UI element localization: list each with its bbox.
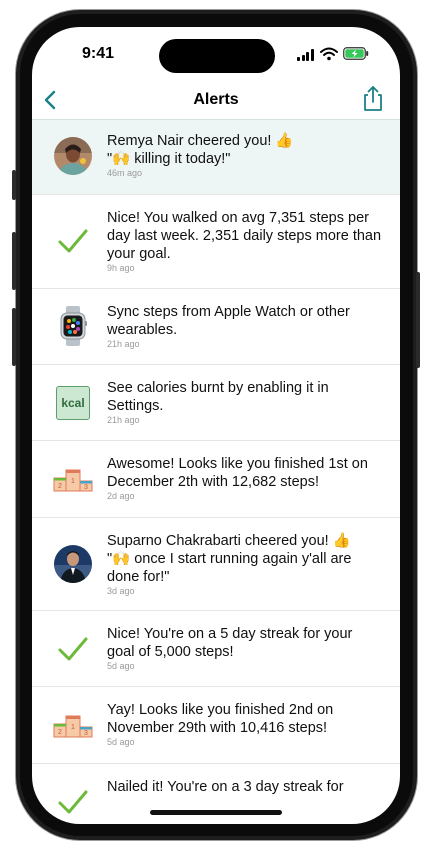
- alert-row[interactable]: Remya Nair cheered you! 👍 "🙌 killing it …: [32, 119, 400, 195]
- alert-timestamp: 9h ago: [107, 263, 135, 273]
- podium-icon: 2 1 3: [53, 459, 93, 499]
- alert-quote: "🙌 once I start running again y'all are …: [107, 551, 352, 585]
- alert-row[interactable]: Nailed it! You're on a 3 day streak for: [32, 764, 400, 824]
- checkmark-icon: [53, 782, 93, 822]
- alert-row[interactable]: Sync steps from Apple Watch or other wea…: [32, 289, 400, 365]
- svg-text:3: 3: [84, 730, 88, 737]
- svg-text:1: 1: [71, 478, 75, 485]
- share-icon[interactable]: [360, 85, 386, 113]
- cellular-signal-icon: [297, 49, 315, 61]
- alert-row[interactable]: 2 1 3 Awesome! Looks like you finished 1…: [32, 441, 400, 518]
- alerts-list: Remya Nair cheered you! 👍 "🙌 killing it …: [32, 119, 400, 824]
- page-title: Alerts: [193, 91, 239, 108]
- alert-timestamp: 5d ago: [107, 737, 135, 747]
- alert-quote: "🙌 killing it today!": [107, 151, 231, 167]
- avatar-remya-icon: [54, 137, 92, 175]
- alert-timestamp: 21h ago: [107, 415, 140, 425]
- power-button: [416, 272, 420, 368]
- alert-row[interactable]: Suparno Chakrabarti cheered you! 👍 "🙌 on…: [32, 518, 400, 611]
- alert-timestamp: 5d ago: [107, 661, 135, 671]
- volume-down-button: [12, 308, 16, 366]
- alert-timestamp: 46m ago: [107, 168, 143, 178]
- alert-message: See calories burnt by enabling it in Set…: [107, 380, 329, 414]
- alert-message: Nice! You're on a 5 day streak for your …: [107, 626, 353, 660]
- avatar: [53, 544, 93, 584]
- volume-up-button: [12, 232, 16, 290]
- alert-timestamp: 3d ago: [107, 586, 135, 596]
- svg-text:1: 1: [71, 724, 75, 731]
- alert-row[interactable]: kcal See calories burnt by enabling it i…: [32, 365, 400, 441]
- alert-message: Nice! You walked on avg 7,351 steps per …: [107, 210, 382, 262]
- podium-icon: 2 1 3: [53, 705, 93, 745]
- status-time: 9:41: [82, 45, 115, 62]
- action-button: [12, 170, 16, 200]
- svg-text:2: 2: [58, 483, 62, 490]
- alert-message: Nailed it! You're on a 3 day streak for: [107, 779, 344, 795]
- apple-watch-icon: [53, 306, 93, 346]
- screen: 9:41 Alerts Remya Nair cheered you! 👍 "🙌…: [32, 27, 400, 824]
- alert-message: Remya Nair cheered you! 👍: [107, 133, 294, 149]
- kcal-icon: kcal: [53, 383, 93, 423]
- kcal-label: kcal: [56, 386, 90, 420]
- alert-row[interactable]: 2 1 3 Yay! Looks like you finished 2nd o…: [32, 687, 400, 764]
- battery-charging-icon: [343, 47, 369, 60]
- alert-message: Suparno Chakrabarti cheered you! 👍: [107, 533, 351, 549]
- home-indicator[interactable]: [150, 810, 282, 815]
- alert-message: Sync steps from Apple Watch or other wea…: [107, 304, 350, 338]
- alert-row[interactable]: Nice! You're on a 5 day streak for your …: [32, 611, 400, 687]
- status-bar: 9:41: [32, 27, 400, 81]
- alert-timestamp: 2d ago: [107, 491, 135, 501]
- alert-timestamp: 21h ago: [107, 339, 140, 349]
- alert-message: Awesome! Looks like you finished 1st on …: [107, 456, 368, 490]
- alert-row[interactable]: Nice! You walked on avg 7,351 steps per …: [32, 195, 400, 289]
- navigation-bar: Alerts: [32, 81, 400, 119]
- avatar: [53, 136, 93, 176]
- checkmark-icon: [53, 221, 93, 261]
- avatar-suparno-icon: [54, 545, 92, 583]
- dynamic-island: [159, 39, 275, 73]
- svg-text:3: 3: [84, 484, 88, 491]
- svg-text:2: 2: [58, 729, 62, 736]
- alert-message: Yay! Looks like you finished 2nd on Nove…: [107, 702, 334, 736]
- checkmark-icon: [53, 629, 93, 669]
- wifi-icon: [320, 47, 338, 61]
